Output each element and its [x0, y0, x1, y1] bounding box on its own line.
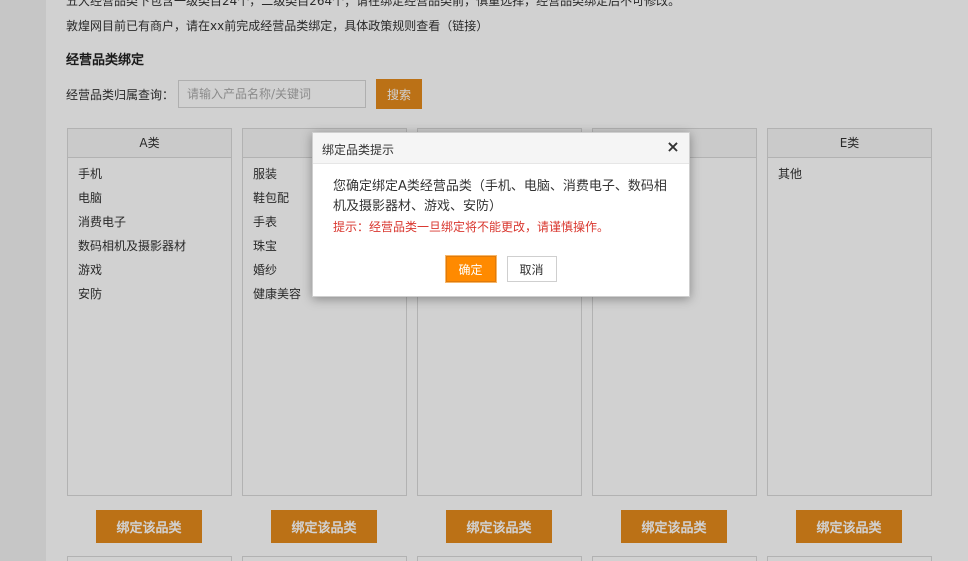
dialog-body: 您确定绑定A类经营品类（手机、电脑、消费电子、数码相机及摄影器材、游戏、安防） … [333, 177, 678, 237]
cancel-button[interactable]: 取消 [506, 256, 557, 282]
dialog-header: 绑定品类提示 × [313, 133, 689, 164]
close-icon[interactable]: × [665, 138, 681, 156]
dialog-warning: 提示：经营品类一旦绑定将不能更改，请谨慎操作。 [333, 220, 610, 234]
confirm-button[interactable]: 确定 [445, 256, 496, 282]
dialog-message: 您确定绑定A类经营品类（手机、电脑、消费电子、数码相机及摄影器材、游戏、安防） [333, 179, 667, 214]
page: 五大经营品类下包含一级类目24个，二级类目264个；请在绑定经营品类前，慎重选择… [0, 0, 968, 561]
dialog-title: 绑定品类提示 [322, 143, 395, 157]
bind-category-dialog: 绑定品类提示 × 您确定绑定A类经营品类（手机、电脑、消费电子、数码相机及摄影器… [312, 132, 690, 297]
dialog-footer: 确定 取消 [313, 256, 689, 282]
